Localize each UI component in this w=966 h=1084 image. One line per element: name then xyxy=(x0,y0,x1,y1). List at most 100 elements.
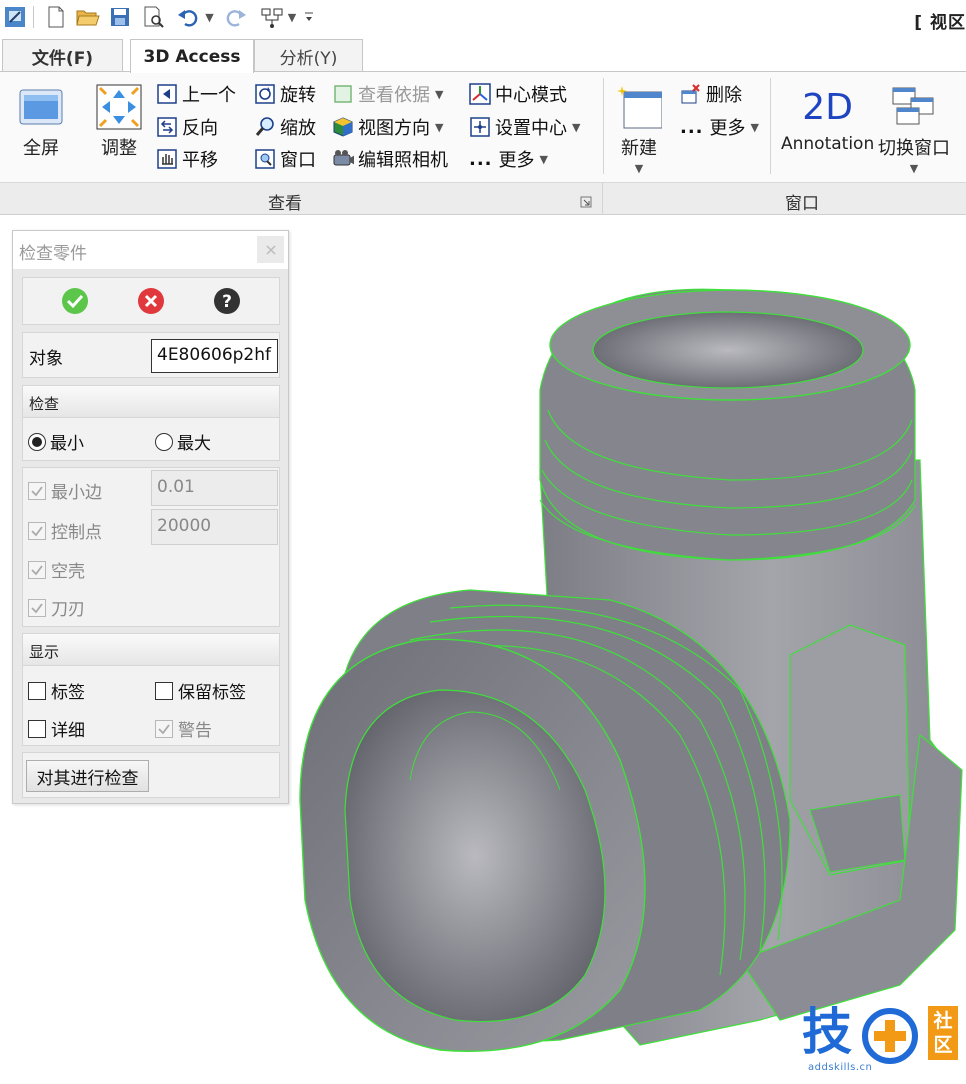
set-center-button[interactable]: 设置中心 ▼ xyxy=(469,113,580,141)
min-edge-input[interactable]: 0.01 xyxy=(151,470,278,506)
cancel-button[interactable] xyxy=(137,287,165,319)
check-circle-icon xyxy=(62,288,88,314)
reverse-icon xyxy=(156,116,178,138)
new-window-label: 新建 xyxy=(621,138,657,159)
new-window-icon xyxy=(616,84,662,130)
chevron-down-icon: ▼ xyxy=(634,162,644,175)
watermark-logo: 技 社 区 addskills.cn xyxy=(802,1002,962,1077)
app-icon[interactable] xyxy=(3,4,27,30)
blade-checkbox[interactable]: 刀刃 xyxy=(28,595,85,620)
panel-title: 检查零件 xyxy=(19,244,87,264)
empty-shell-checkbox[interactable]: 空壳 xyxy=(28,557,85,582)
checkbox-unchecked xyxy=(155,681,173,700)
customize-toolbar-icon[interactable] xyxy=(302,4,316,30)
open-folder-icon[interactable] xyxy=(76,4,100,30)
tab-file[interactable]: 文件(F) xyxy=(2,39,123,72)
help-button[interactable]: ? xyxy=(213,287,241,319)
delete-window-button[interactable]: 删除 xyxy=(680,80,742,108)
window-more-label: 更多 xyxy=(709,118,746,139)
check-section: 检查 最小 最大 xyxy=(22,385,280,461)
radio-max[interactable]: 最大 xyxy=(155,429,211,454)
rotate-button[interactable]: 旋转 xyxy=(254,80,316,108)
previous-view-button[interactable]: 上一个 xyxy=(156,80,236,108)
delete-window-icon xyxy=(680,83,702,105)
control-points-checkbox[interactable]: 控制点 xyxy=(28,518,102,543)
window-more-button[interactable]: ... 更多 ▼ xyxy=(680,113,759,141)
watermark-url: addskills.cn xyxy=(808,1062,873,1073)
zoom-window-button[interactable]: 窗口 xyxy=(254,145,316,173)
label-checkbox[interactable]: 标签 xyxy=(28,678,85,703)
chevron-down-icon: ▼ xyxy=(909,162,919,175)
adjust-button[interactable]: 调整 xyxy=(96,84,142,160)
new-file-icon[interactable] xyxy=(44,4,68,30)
view-more-label: 更多 xyxy=(498,150,535,171)
undo-dropdown-icon[interactable]: ▼ xyxy=(200,4,214,30)
checkbox-unchecked xyxy=(28,719,46,738)
display-section: 显示 标签 保留标签 详细 警告 xyxy=(22,633,280,746)
camera-icon xyxy=(332,148,354,170)
run-check-button[interactable]: 对其进行检查 xyxy=(26,760,149,792)
reverse-label: 反向 xyxy=(182,118,218,139)
view-basis-button[interactable]: 查看依据 ▼ xyxy=(332,80,443,108)
print-preview-icon[interactable] xyxy=(142,4,166,30)
svg-text:?: ? xyxy=(222,292,232,312)
tools-icon[interactable] xyxy=(258,4,288,30)
center-mode-icon xyxy=(469,83,491,105)
redo-icon[interactable] xyxy=(224,4,248,30)
checkbox-checked-disabled xyxy=(28,481,46,500)
ribbon-tabs: 文件(F) 3D Access 分析(Y) xyxy=(0,36,966,73)
object-box: 对象 4E80606p2hf xyxy=(22,332,280,378)
dialog-launcher-icon[interactable] xyxy=(580,193,592,212)
window-label: 窗口 xyxy=(280,150,316,171)
fullscreen-button[interactable]: 全屏 xyxy=(18,84,64,160)
tab-analysis[interactable]: 分析(Y) xyxy=(254,39,363,72)
switch-window-icon xyxy=(891,84,937,130)
window-group-label: 窗口 xyxy=(785,194,819,214)
edit-camera-label: 编辑照相机 xyxy=(358,150,448,171)
adjust-label: 调整 xyxy=(101,138,137,159)
close-icon[interactable] xyxy=(257,236,284,263)
zoom-button[interactable]: 缩放 xyxy=(254,113,316,141)
more-dots-icon: ... xyxy=(680,116,704,138)
annotation-2d-button[interactable]: 2D Annotation xyxy=(781,84,874,155)
label-checkbox-label: 标签 xyxy=(51,683,85,703)
object-input[interactable]: 4E80606p2hf xyxy=(151,339,278,373)
view-direction-button[interactable]: 视图方向 ▼ xyxy=(332,113,443,141)
center-mode-label: 中心模式 xyxy=(495,85,567,106)
help-circle-icon: ? xyxy=(214,288,240,314)
edit-camera-button[interactable]: 编辑照相机 xyxy=(332,145,448,173)
tab-3d-access[interactable]: 3D Access xyxy=(130,39,254,73)
detail-checkbox[interactable]: 详细 xyxy=(28,716,85,741)
switch-window-button[interactable]: 切换窗口 ▼ xyxy=(878,84,950,175)
center-mode-button[interactable]: 中心模式 xyxy=(469,80,567,108)
warning-checkbox[interactable]: 警告 xyxy=(155,716,212,741)
view-direction-cube-icon xyxy=(332,116,354,138)
chevron-down-icon: ▼ xyxy=(539,152,548,166)
undo-icon[interactable] xyxy=(176,4,200,30)
radio-button xyxy=(28,432,46,451)
save-icon[interactable] xyxy=(108,4,132,30)
fullscreen-icon xyxy=(18,84,64,130)
check-options-box: 最小边 0.01 控制点 20000 空壳 刀刃 xyxy=(22,467,280,627)
control-points-input[interactable]: 20000 xyxy=(151,509,278,545)
new-window-button[interactable]: 新建 ▼ xyxy=(616,84,662,175)
ribbon-group-labels: 查看 窗口 xyxy=(0,182,966,215)
min-edge-checkbox[interactable]: 最小边 xyxy=(28,478,102,503)
reverse-view-button[interactable]: 反向 xyxy=(156,113,218,141)
delete-window-label: 删除 xyxy=(706,85,742,106)
radio-min[interactable]: 最小 xyxy=(28,429,84,454)
cancel-circle-icon xyxy=(138,288,164,314)
empty-shell-label: 空壳 xyxy=(51,562,85,582)
ok-button[interactable] xyxy=(61,287,89,319)
display-section-header: 显示 xyxy=(23,634,279,666)
tools-dropdown-icon[interactable]: ▼ xyxy=(287,4,297,30)
view-more-button[interactable]: ... 更多 ▼ xyxy=(469,145,548,173)
check-button-box: 对其进行检查 xyxy=(22,752,280,798)
pan-button[interactable]: 平移 xyxy=(156,145,218,173)
radio-min-label: 最小 xyxy=(50,434,84,454)
annotation-2d-icon: 2D xyxy=(802,86,853,128)
keep-label-checkbox[interactable]: 保留标签 xyxy=(155,678,246,703)
panel-titlebar: 检查零件 xyxy=(13,231,288,269)
plus-circle-icon xyxy=(862,1008,918,1064)
checkbox-checked-disabled xyxy=(28,598,46,617)
